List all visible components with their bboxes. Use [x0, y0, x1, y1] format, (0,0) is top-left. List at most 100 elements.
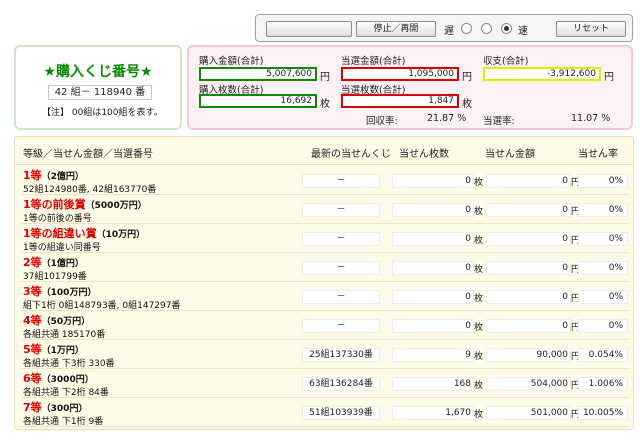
results-table: 等級／当せん金額／当選番号 最新の当せんくじ 当せん枚数 当せん金額 当せん率 … — [14, 136, 634, 430]
win-count-cell: 0 — [392, 261, 474, 275]
prize-grade: 3等（100万円） — [23, 283, 96, 299]
table-row: 4等（50万円） 各組共通 185170番－ 0 枚 0 円 0% — [21, 311, 629, 340]
win-rate-value: 11.07 % — [571, 113, 611, 124]
speed-radio-3[interactable] — [501, 23, 512, 34]
table-row: 1等（2億円） 52組124980番, 42組163770番－ 0 枚 0 円 0% — [21, 166, 629, 195]
speed-radio-1[interactable] — [461, 23, 472, 34]
stop-resume-button[interactable]: 停止／再開 — [356, 21, 436, 37]
table-header: 等級／当せん金額／当選番号 最新の当せんくじ 当せん枚数 当せん金額 当せん率 — [15, 137, 633, 165]
latest-winning-ticket: － — [302, 290, 380, 304]
winning-numbers: 各組共通 下1桁 9番 — [23, 417, 104, 427]
win-count-unit: 枚 — [474, 352, 484, 362]
win-amount-cell: 0 — [486, 290, 571, 304]
latest-winning-ticket: 51組103939番 — [302, 406, 380, 420]
win-count-cell: 0 — [392, 232, 474, 246]
latest-winning-ticket: － — [302, 319, 380, 333]
table-row: 2等（1億円） 37組101799番－ 0 枚 0 円 0% — [21, 253, 629, 282]
win-rate-cell: 0% — [578, 290, 628, 304]
table-row: 5等（1万円） 各組共通 下3桁 330番 25組137330番 9 枚 90,000 円 0… — [21, 340, 629, 369]
header-count: 当せん枚数 — [399, 149, 449, 160]
win-amount-field: 1,095,000 — [341, 67, 459, 81]
speed-radio-2[interactable] — [481, 23, 492, 34]
winning-numbers: 1等の前後の番号 — [23, 214, 92, 224]
win-amount-unit: 円 — [462, 72, 472, 83]
table-row: 1等の組違い賞（10万円） 1等の組違い同番号－ 0 枚 0 円 0% — [21, 224, 629, 253]
purchase-amount-field: 5,007,600 — [199, 67, 317, 81]
prize-name: 1等 — [23, 169, 42, 182]
prize-grade: 2等（1億円） — [23, 254, 84, 270]
win-amount-cell: 90,000 — [486, 348, 571, 362]
latest-winning-ticket: － — [302, 232, 380, 246]
purchased-number-panel: ★購入くじ番号★ 42 組－ 118940 番 【注】 00組は100組を表す。 — [14, 45, 182, 130]
prize-amount: （3000円） — [41, 375, 94, 385]
winning-numbers: 各組共通 下3桁 330番 — [23, 359, 115, 369]
table-row: 6等（3000円） 各組共通 下2桁 84番 63組136284番 168 枚 504,0… — [21, 369, 629, 398]
recovery-rate-value: 21.87 % — [427, 113, 467, 124]
prize-grade: 5等（1万円） — [23, 341, 84, 357]
prize-name: 4等 — [23, 314, 42, 327]
summary-panel: 購入金額(合計) 5,007,600 円 当選金額(合計) 1,095,000 … — [187, 45, 633, 130]
win-amount-label: 当選金額(合計) — [341, 56, 406, 67]
win-count-field: 1,847 — [341, 94, 459, 108]
table-row: 3等（100万円） 組下1桁 0組148793番, 0組147297番－ 0 枚 0 円 0… — [21, 282, 629, 311]
recovery-rate-label: 回収率: — [366, 116, 398, 127]
prize-amount: （2億円） — [41, 172, 84, 182]
prize-amount: （5000万円） — [85, 201, 147, 211]
prize-grade: 7等（300円） — [23, 399, 87, 415]
win-count-unit: 枚 — [474, 381, 484, 391]
header-latest: 最新の当せんくじ — [311, 149, 391, 160]
win-amount-cell: 0 — [486, 261, 571, 275]
prize-amount: （1万円） — [41, 346, 84, 356]
prize-name: 2等 — [23, 256, 42, 269]
winning-numbers: 各組共通 185170番 — [23, 330, 106, 340]
blank-button[interactable] — [266, 21, 352, 37]
prize-grade: 1等の前後賞（5000万円） — [23, 196, 147, 212]
prize-amount: （300円） — [41, 404, 88, 414]
prize-grade: 1等の組違い賞（10万円） — [23, 225, 145, 241]
number-note: 【注】 00組は100組を表す。 — [42, 108, 163, 118]
win-count-unit: 枚 — [474, 323, 484, 333]
win-amount-cell: 0 — [486, 319, 571, 333]
win-count-unit: 枚 — [474, 410, 484, 420]
win-count-cell: 0 — [392, 174, 474, 188]
win-amount-cell: 0 — [486, 174, 571, 188]
purchase-count-field: 16,692 — [199, 94, 317, 108]
table-row: 1等の前後賞（5000万円） 1等の前後の番号－ 0 枚 0 円 0% — [21, 195, 629, 224]
win-rate-cell: 0% — [578, 232, 628, 246]
win-rate-cell: 1.006% — [578, 377, 628, 391]
win-amount-cell: 0 — [486, 232, 571, 246]
purchase-amount-unit: 円 — [320, 72, 330, 83]
win-amount-cell: 504,000 — [486, 377, 571, 391]
balance-unit: 円 — [604, 72, 614, 83]
winning-numbers: 37組101799番 — [23, 272, 87, 282]
slow-label: 遅 — [444, 26, 454, 37]
win-count-cell: 1,670 — [392, 406, 474, 420]
purchased-number-title: ★購入くじ番号★ — [43, 64, 153, 80]
prize-name: 5等 — [23, 343, 42, 356]
win-count-unit: 枚 — [474, 178, 484, 188]
win-rate-cell: 0.054% — [578, 348, 628, 362]
header-amount: 当せん金額 — [485, 149, 535, 160]
header-rate: 当せん率 — [578, 149, 618, 160]
prize-name: 1等の前後賞 — [23, 198, 86, 211]
winning-numbers: 各組共通 下2桁 84番 — [23, 388, 109, 398]
reset-button[interactable]: リセット — [556, 21, 626, 37]
prize-name: 7等 — [23, 401, 42, 414]
win-count-cell: 168 — [392, 377, 474, 391]
latest-winning-ticket: － — [302, 261, 380, 275]
purchase-count-unit: 枚 — [320, 99, 330, 110]
win-count-cell: 0 — [392, 319, 474, 333]
win-rate-cell: 0% — [578, 203, 628, 217]
header-grade: 等級／当せん金額／当選番号 — [23, 149, 153, 160]
win-count-unit: 枚 — [474, 207, 484, 217]
win-rate-cell: 0% — [578, 174, 628, 188]
win-count-unit: 枚 — [474, 265, 484, 275]
prize-amount: （50万円） — [41, 317, 91, 327]
control-bar: 停止／再開 遅 速 リセット — [255, 14, 633, 42]
purchased-number-display: 42 組－ 118940 番 — [48, 85, 152, 100]
win-rate-label: 当選率: — [483, 116, 515, 127]
prize-amount: （100万円） — [41, 288, 97, 298]
win-count-cell: 0 — [392, 203, 474, 217]
prize-grade: 6等（3000円） — [23, 370, 94, 386]
prize-name: 1等の組違い賞 — [23, 227, 97, 240]
